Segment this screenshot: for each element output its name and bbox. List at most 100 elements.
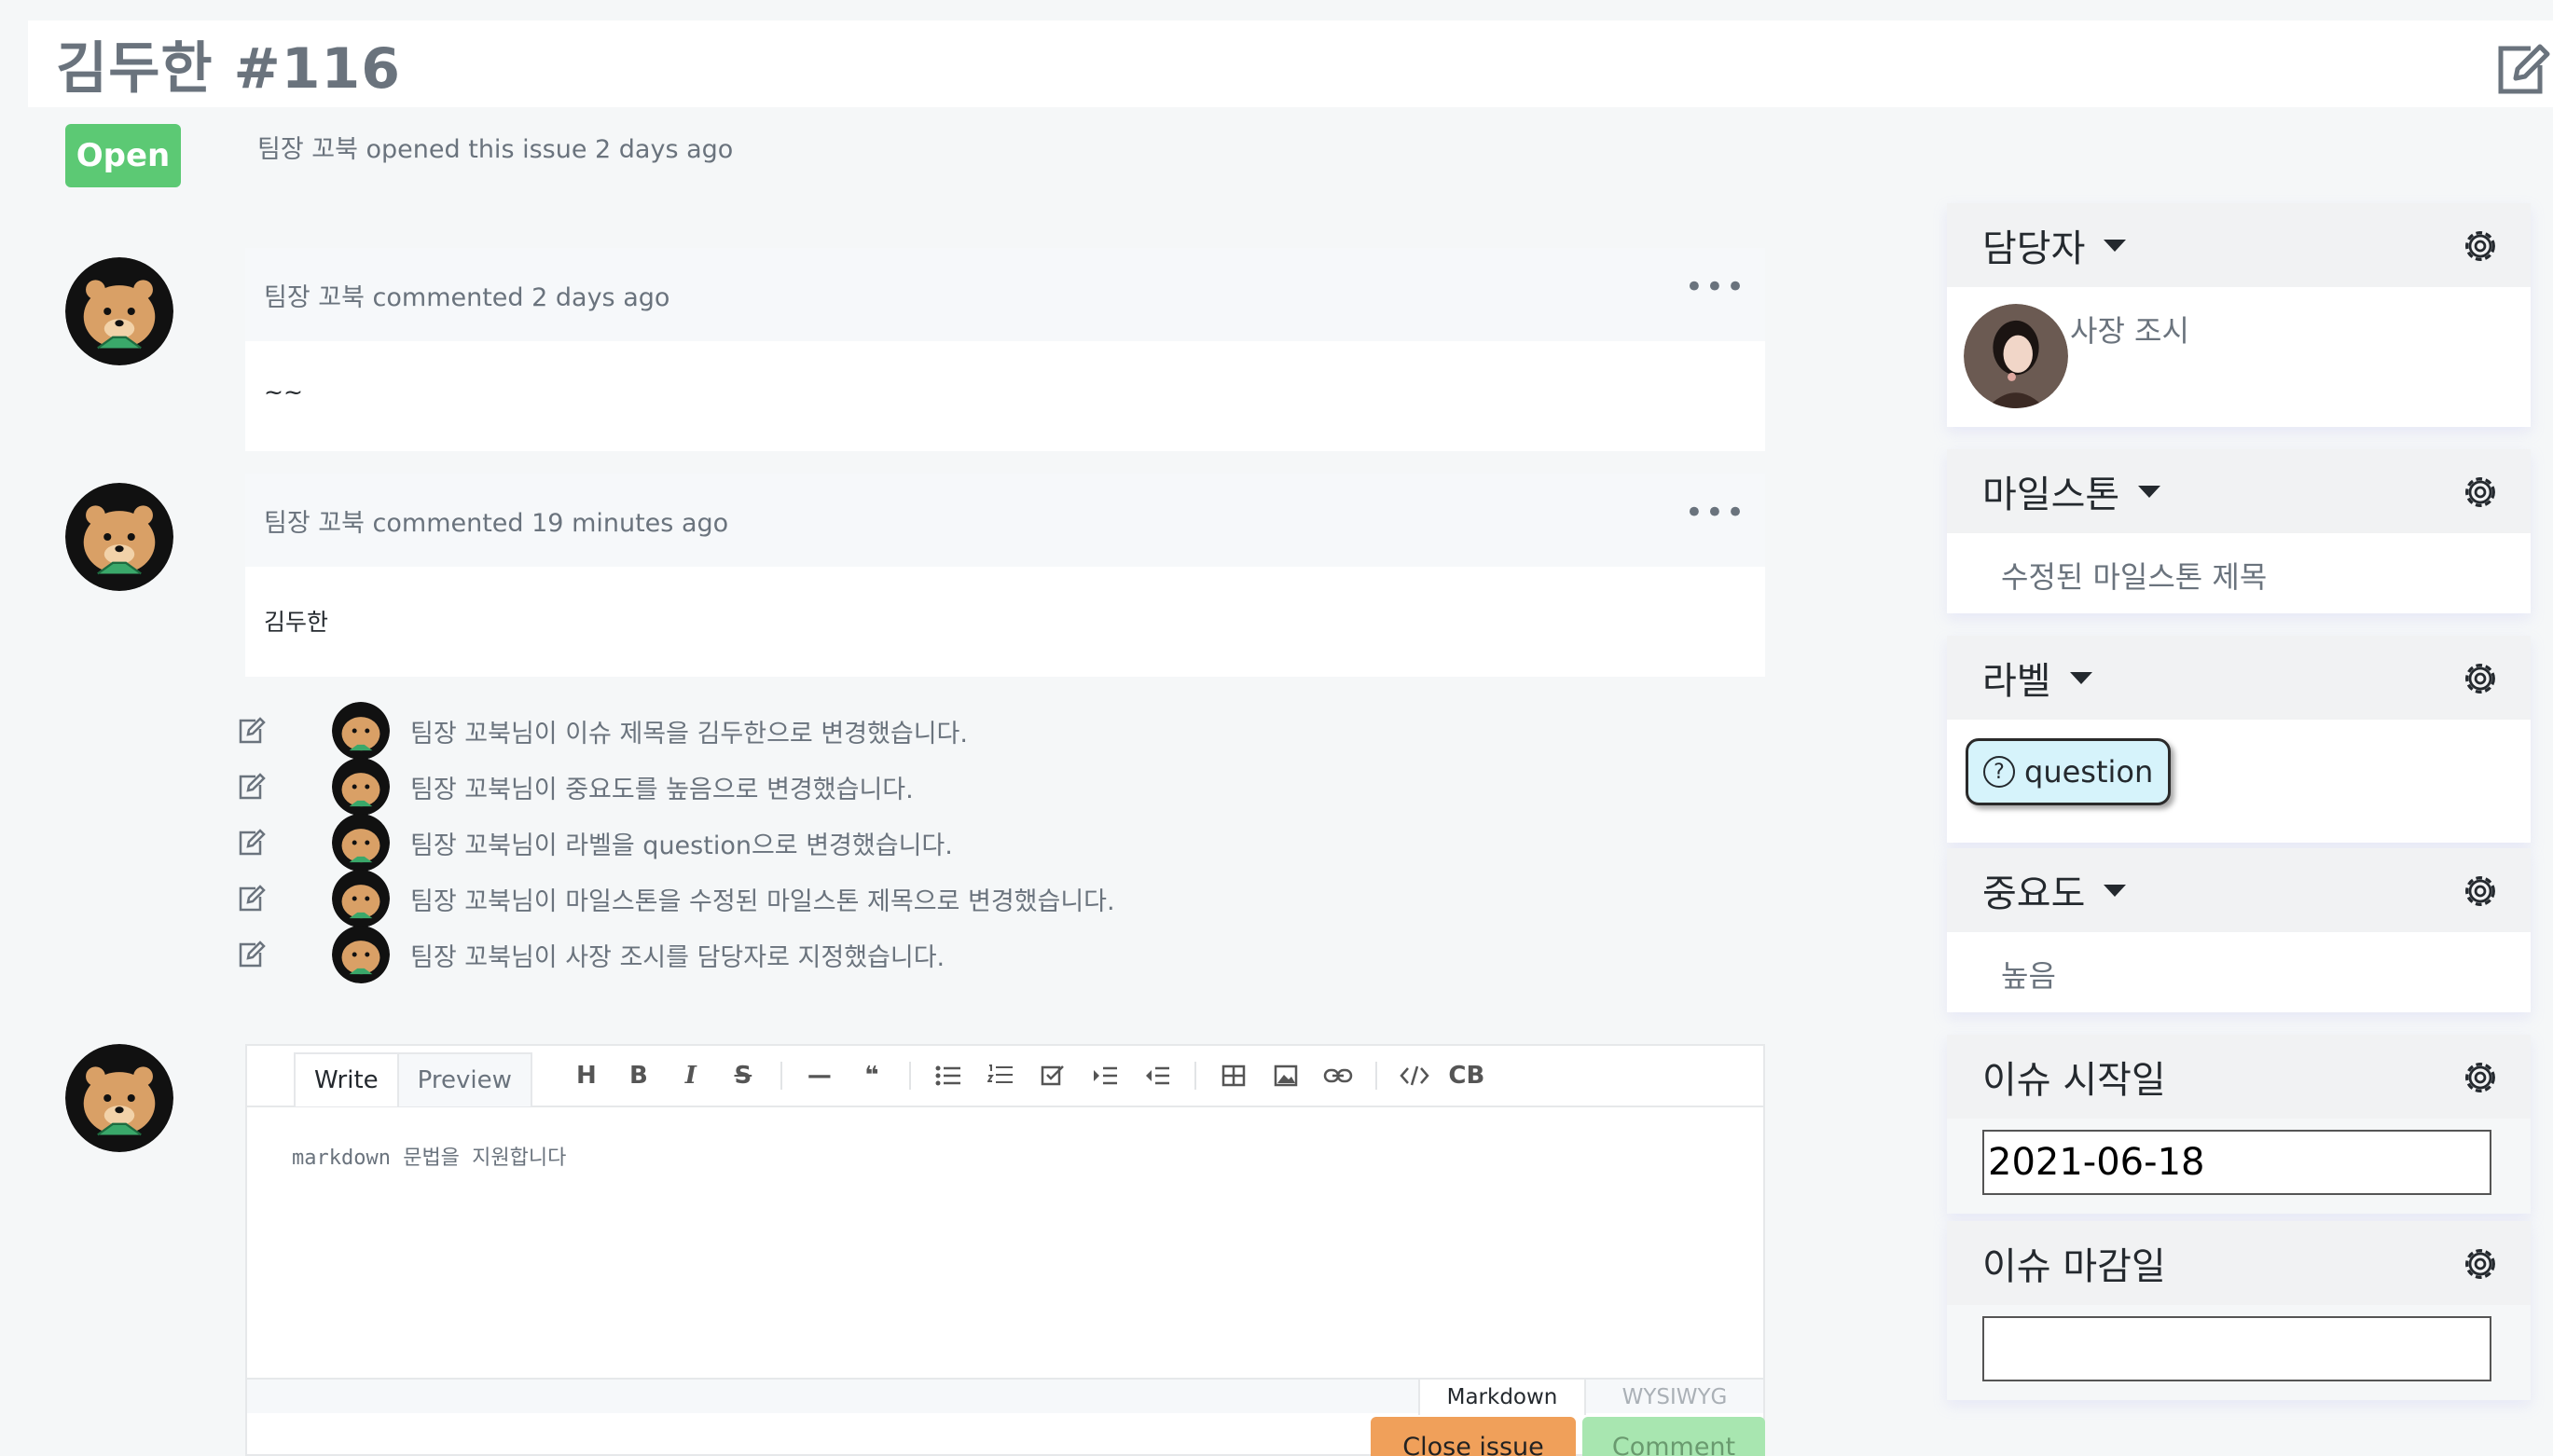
task-list-button[interactable]	[1027, 1050, 1079, 1102]
edit-icon	[239, 773, 266, 800]
edit-icon	[2498, 44, 2550, 94]
toolbar-divider	[1194, 1062, 1196, 1090]
code-button[interactable]	[1388, 1050, 1441, 1102]
tab-preview[interactable]: Preview	[398, 1052, 532, 1106]
outdent-icon	[1145, 1066, 1169, 1085]
panel-body: 수정된 마일스톤 제목	[1947, 533, 2531, 613]
bullet-list-icon	[935, 1065, 960, 1086]
panel-header: 이슈 시작일	[1947, 1035, 2531, 1119]
comment-more-button[interactable]: •••	[1685, 268, 1746, 306]
comment-header: 팀장 꼬북 commented 19 minutes ago •••	[245, 474, 1765, 567]
gear-icon[interactable]	[2460, 226, 2501, 267]
toolbar-divider	[908, 1062, 911, 1090]
history-item: 팀장 꼬북님이 라벨을 question으로 변경했습니다.	[233, 814, 1539, 872]
panel-header: 중요도	[1947, 848, 2531, 932]
quokka-avatar-icon	[65, 1044, 173, 1152]
edit-icon	[239, 829, 266, 856]
assignee-avatar	[1964, 304, 2068, 408]
table-icon	[1221, 1065, 1246, 1087]
history-item: 팀장 꼬북님이 중요도를 높음으로 변경했습니다.	[233, 758, 1539, 816]
priority-panel: 중요도 높음	[1947, 848, 2531, 1012]
history-edit-button[interactable]	[233, 768, 270, 805]
caret-down-icon[interactable]	[2138, 485, 2161, 498]
comment-submit-button[interactable]: Comment	[1582, 1417, 1765, 1456]
outdent-button[interactable]	[1131, 1050, 1183, 1102]
panel-body: 높음	[1947, 932, 2531, 1012]
history-edit-button[interactable]	[233, 824, 270, 861]
issue-page: 김두한 #116 Open 팀장 꼬북 opened this issue 2 …	[0, 0, 2553, 1456]
bullet-list-button[interactable]	[922, 1050, 974, 1102]
quote-button[interactable]: ❝	[846, 1050, 898, 1102]
status-badge: Open	[65, 124, 181, 187]
panel-body	[1947, 1119, 2531, 1214]
due-date-panel: 이슈 마감일	[1947, 1221, 2531, 1400]
caret-down-icon[interactable]	[2069, 671, 2092, 684]
code-icon	[1400, 1065, 1429, 1086]
gear-icon[interactable]	[2460, 1243, 2501, 1284]
comment-body: 김두한	[245, 567, 1765, 677]
close-issue-button[interactable]: Close issue	[1371, 1417, 1576, 1456]
indent-button[interactable]	[1079, 1050, 1131, 1102]
label-panel: 라벨 ? question	[1947, 636, 2531, 843]
panel-title: 담당자	[1982, 227, 2086, 270]
mode-markdown-tab[interactable]: Markdown	[1418, 1380, 1586, 1415]
edit-icon	[239, 717, 266, 744]
panel-body: ? question	[1947, 720, 2531, 843]
heading-button[interactable]: H	[560, 1050, 613, 1102]
gear-icon[interactable]	[2460, 658, 2501, 699]
priority-value: 높음	[2001, 958, 2056, 994]
edit-title-button[interactable]	[2491, 39, 2553, 101]
gear-icon[interactable]	[2460, 1057, 2501, 1098]
comment-textarea[interactable]: markdown 문법을 지원합니다	[247, 1107, 1763, 1378]
caret-down-icon[interactable]	[2104, 239, 2127, 252]
avatar	[332, 814, 390, 872]
italic-button[interactable]: I	[665, 1050, 717, 1102]
caret-down-icon[interactable]	[2104, 884, 2127, 897]
codeblock-button[interactable]: CB	[1441, 1050, 1493, 1102]
table-button[interactable]	[1208, 1050, 1260, 1102]
tab-write[interactable]: Write	[294, 1052, 399, 1106]
ordered-list-button[interactable]	[974, 1050, 1027, 1102]
image-button[interactable]	[1260, 1050, 1312, 1102]
panel-title: 이슈 마감일	[1982, 1245, 2166, 1288]
editor-mode-switch: Markdown WYSIWYG	[247, 1378, 1763, 1415]
history-text: 팀장 꼬북님이 마일스톤을 수정된 마일스톤 제목으로 변경했습니다.	[410, 886, 1115, 916]
bold-button[interactable]: B	[613, 1050, 665, 1102]
link-button[interactable]	[1312, 1050, 1364, 1102]
label-chip[interactable]: ? question	[1966, 738, 2172, 805]
indent-icon	[1093, 1066, 1117, 1085]
panel-header: 마일스톤	[1947, 449, 2531, 533]
history-item: 팀장 꼬북님이 마일스톤을 수정된 마일스톤 제목으로 변경했습니다.	[233, 870, 1539, 927]
edit-icon	[239, 941, 266, 968]
history-text: 팀장 꼬북님이 중요도를 높음으로 변경했습니다.	[410, 775, 914, 804]
milestone-value: 수정된 마일스톤 제목	[2001, 559, 2268, 595]
comment-editor: Write Preview H B I S — ❝ CB markdown 문법…	[245, 1044, 1765, 1456]
image-icon	[1274, 1065, 1298, 1087]
strike-button[interactable]: S	[717, 1050, 769, 1102]
comment-body: ~~	[245, 341, 1765, 451]
history-item: 팀장 꼬북님이 사장 조시를 담당자로 지정했습니다.	[233, 926, 1539, 983]
history-edit-button[interactable]	[233, 880, 270, 917]
person-avatar-icon	[1964, 304, 2068, 408]
due-date-input[interactable]	[1982, 1316, 2491, 1381]
quokka-avatar-icon	[332, 758, 390, 816]
checkbox-icon	[1041, 1065, 1064, 1086]
mode-wysiwyg-tab[interactable]: WYSIWYG	[1586, 1380, 1763, 1415]
history-text: 팀장 꼬북님이 라벨을 question으로 변경했습니다.	[410, 831, 953, 860]
link-icon	[1323, 1068, 1353, 1083]
history-edit-button[interactable]	[233, 712, 270, 749]
gear-icon[interactable]	[2460, 472, 2501, 513]
panel-title: 중요도	[1982, 872, 2086, 915]
comment: 팀장 꼬북 commented 2 days ago ••• ~~	[245, 248, 1765, 451]
panel-header: 담당자	[1947, 203, 2531, 287]
assignee-name: 사장 조시	[2070, 313, 2189, 349]
panel-title: 라벨	[1982, 660, 2051, 703]
comment: 팀장 꼬북 commented 19 minutes ago ••• 김두한	[245, 474, 1765, 677]
comment-more-button[interactable]: •••	[1685, 494, 1746, 531]
history-edit-button[interactable]	[233, 936, 270, 973]
horizontal-rule-button[interactable]: —	[794, 1050, 846, 1102]
comment-meta: 팀장 꼬북 commented 2 days ago	[264, 282, 670, 312]
avatar	[65, 1044, 173, 1152]
start-date-input[interactable]	[1982, 1130, 2491, 1195]
gear-icon[interactable]	[2460, 871, 2501, 912]
